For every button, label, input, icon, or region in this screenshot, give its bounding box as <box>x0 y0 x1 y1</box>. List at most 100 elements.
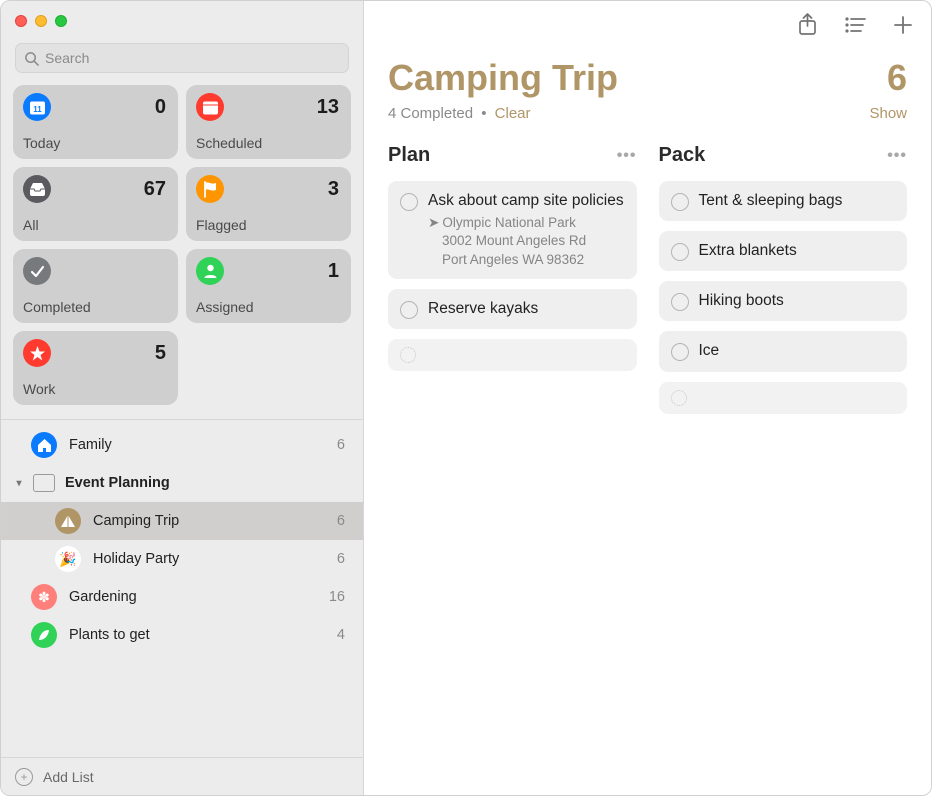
reminder-location: ➤Olympic National Park 3002 Mount Angele… <box>428 214 625 269</box>
new-reminder-button[interactable] <box>893 15 913 35</box>
calendar-icon <box>196 93 224 121</box>
section-pack: Pack ••• Tent & sleeping bags Extra blan… <box>659 144 908 424</box>
fullscreen-window-button[interactable] <box>55 15 67 27</box>
sidebar-list-count: 6 <box>337 513 345 529</box>
reminder-title: Hiking boots <box>699 291 896 311</box>
sidebar-list-gardening[interactable]: ✽ Gardening16 <box>1 578 363 616</box>
svg-text:11: 11 <box>33 105 42 114</box>
folder-icon <box>33 474 55 492</box>
close-window-button[interactable] <box>15 15 27 27</box>
smart-list-label: Work <box>23 381 166 397</box>
tray-icon <box>23 175 51 203</box>
sidebar-list-label: Camping Trip <box>93 513 337 529</box>
smart-list-label: Assigned <box>196 299 339 315</box>
search-field[interactable] <box>15 43 349 73</box>
reminder-item[interactable]: Ask about camp site policies ➤Olympic Na… <box>388 181 637 279</box>
smart-list-all[interactable]: 67 All <box>13 167 178 241</box>
completed-count-text: 4 Completed <box>388 105 473 122</box>
smart-list-work[interactable]: 5 Work <box>13 331 178 405</box>
section-more-button[interactable]: ••• <box>887 147 907 165</box>
tent-icon <box>55 508 81 534</box>
smart-list-today[interactable]: 11 0 Today <box>13 85 178 159</box>
smart-list-label: Scheduled <box>196 135 339 151</box>
smart-list-count: 1 <box>328 260 339 283</box>
view-options-button[interactable] <box>844 16 867 34</box>
section-plan: Plan ••• Ask about camp site policies ➤O… <box>388 144 637 424</box>
sidebar-list-holiday[interactable]: 🎉 Holiday Party6 <box>1 540 363 578</box>
smart-list-label: Today <box>23 135 166 151</box>
share-button[interactable] <box>797 13 818 37</box>
smart-list-label: Flagged <box>196 217 339 233</box>
complete-toggle[interactable] <box>671 243 689 261</box>
show-completed-button[interactable]: Show <box>869 105 907 122</box>
search-icon <box>24 51 39 66</box>
sidebar-list-label: Event Planning <box>65 475 345 491</box>
complete-toggle[interactable] <box>671 343 689 361</box>
check-icon <box>23 257 51 285</box>
smart-list-flagged[interactable]: 3 Flagged <box>186 167 351 241</box>
complete-toggle[interactable] <box>671 193 689 211</box>
sidebar-list-label: Holiday Party <box>93 551 337 567</box>
sidebar-list-family[interactable]: Family6 <box>1 426 363 464</box>
smart-list-scheduled[interactable]: 13 Scheduled <box>186 85 351 159</box>
sidebar-list-count: 6 <box>337 437 345 453</box>
reminder-title: Ice <box>699 341 896 361</box>
smart-list-completed[interactable]: Completed <box>13 249 178 323</box>
sidebar-list-count: 16 <box>329 589 345 605</box>
clear-completed-button[interactable]: Clear <box>495 105 531 122</box>
reminder-title: Reserve kayaks <box>428 299 625 319</box>
complete-toggle[interactable] <box>400 193 418 211</box>
calendar-day-icon: 11 <box>23 93 51 121</box>
smart-list-label: Completed <box>23 299 166 315</box>
house-icon <box>31 432 57 458</box>
leaf-icon <box>31 622 57 648</box>
section-more-button[interactable]: ••• <box>617 147 637 165</box>
section-title: Pack <box>659 144 706 167</box>
sidebar-list-plants[interactable]: Plants to get4 <box>1 616 363 654</box>
sidebar-list-label: Gardening <box>69 589 329 605</box>
reminder-item[interactable]: Reserve kayaks <box>388 289 637 329</box>
smart-list-label: All <box>23 217 166 233</box>
location-arrow-icon: ➤ <box>428 214 439 232</box>
reminder-item[interactable]: Ice <box>659 331 908 371</box>
section-title: Plan <box>388 144 430 167</box>
smart-list-count: 3 <box>328 178 339 201</box>
complete-toggle[interactable] <box>671 293 689 311</box>
list-format-icon <box>844 16 867 34</box>
complete-toggle-placeholder <box>671 390 687 406</box>
reminder-item[interactable]: Hiking boots <box>659 281 908 321</box>
share-icon <box>797 13 818 37</box>
complete-toggle[interactable] <box>400 301 418 319</box>
sidebar-list-label: Family <box>69 437 337 453</box>
plus-circle-icon: + <box>15 768 33 786</box>
add-list-label: Add List <box>43 769 94 785</box>
window-traffic-lights[interactable] <box>1 1 363 41</box>
smart-list-count: 67 <box>144 178 166 201</box>
list-open-count: 6 <box>887 57 907 99</box>
flag-icon <box>196 175 224 203</box>
list-title: Camping Trip <box>388 57 618 99</box>
new-reminder-placeholder[interactable] <box>659 382 908 414</box>
party-icon: 🎉 <box>55 546 81 572</box>
sidebar-list-label: Plants to get <box>69 627 337 643</box>
sidebar-list-count: 6 <box>337 551 345 567</box>
chevron-down-icon[interactable]: ▾ <box>13 478 25 489</box>
reminder-title: Ask about camp site policies <box>428 191 625 211</box>
sidebar-list-camping[interactable]: Camping Trip6 <box>1 502 363 540</box>
flower-icon: ✽ <box>31 584 57 610</box>
sidebar-list-count: 4 <box>337 627 345 643</box>
plus-icon <box>893 15 913 35</box>
smart-list-count: 13 <box>317 96 339 119</box>
smart-list-assigned[interactable]: 1 Assigned <box>186 249 351 323</box>
reminder-item[interactable]: Tent & sleeping bags <box>659 181 908 221</box>
reminder-title: Extra blankets <box>699 241 896 261</box>
sidebar-list-eventplan[interactable]: ▾ Event Planning <box>1 464 363 502</box>
reminder-item[interactable]: Extra blankets <box>659 231 908 271</box>
new-reminder-placeholder[interactable] <box>388 339 637 371</box>
smart-list-count: 0 <box>155 96 166 119</box>
search-input[interactable] <box>45 50 340 66</box>
add-list-button[interactable]: + Add List <box>1 757 363 795</box>
star-icon <box>23 339 51 367</box>
minimize-window-button[interactable] <box>35 15 47 27</box>
smart-list-count: 5 <box>155 342 166 365</box>
